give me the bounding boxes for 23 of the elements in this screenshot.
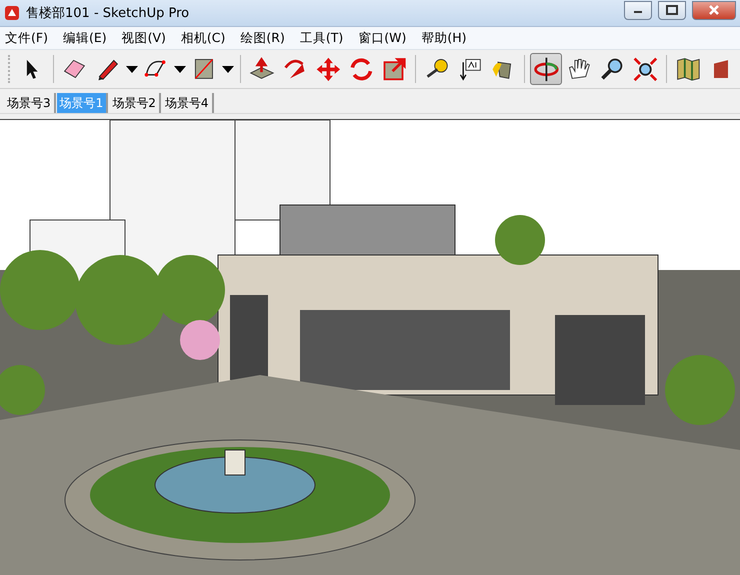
close-button[interactable]: [692, 0, 736, 20]
menu-item[interactable]: 窗口(W): [353, 30, 412, 46]
select-arrow-icon: [26, 58, 38, 80]
menu-item[interactable]: 帮助(H): [416, 30, 472, 46]
zoom-extents-icon: [630, 54, 660, 84]
app-logo-icon: [4, 5, 20, 21]
menu-item[interactable]: 编辑(E): [58, 30, 112, 46]
close-icon: [708, 5, 720, 15]
toolbar-button[interactable]: [530, 53, 562, 85]
menu-item[interactable]: 文件(F): [0, 30, 53, 46]
menu-item[interactable]: 绘图(R): [235, 30, 290, 46]
scene-tab[interactable]: 场景号3: [4, 93, 56, 113]
caret-icon: [174, 66, 186, 72]
minimize-button[interactable]: [624, 0, 652, 20]
caret-icon: [222, 66, 234, 72]
caret-icon: [126, 66, 138, 72]
maximize-icon: [666, 5, 678, 15]
menu-item[interactable]: 视图(V): [116, 30, 171, 46]
window-title: 售楼部101 - SketchUp Pro: [26, 5, 190, 22]
menu-item[interactable]: 相机(C): [176, 30, 230, 46]
menu-item[interactable]: 工具(T): [294, 30, 348, 46]
maximize-button[interactable]: [658, 0, 686, 20]
orbit-icon: [532, 54, 560, 84]
